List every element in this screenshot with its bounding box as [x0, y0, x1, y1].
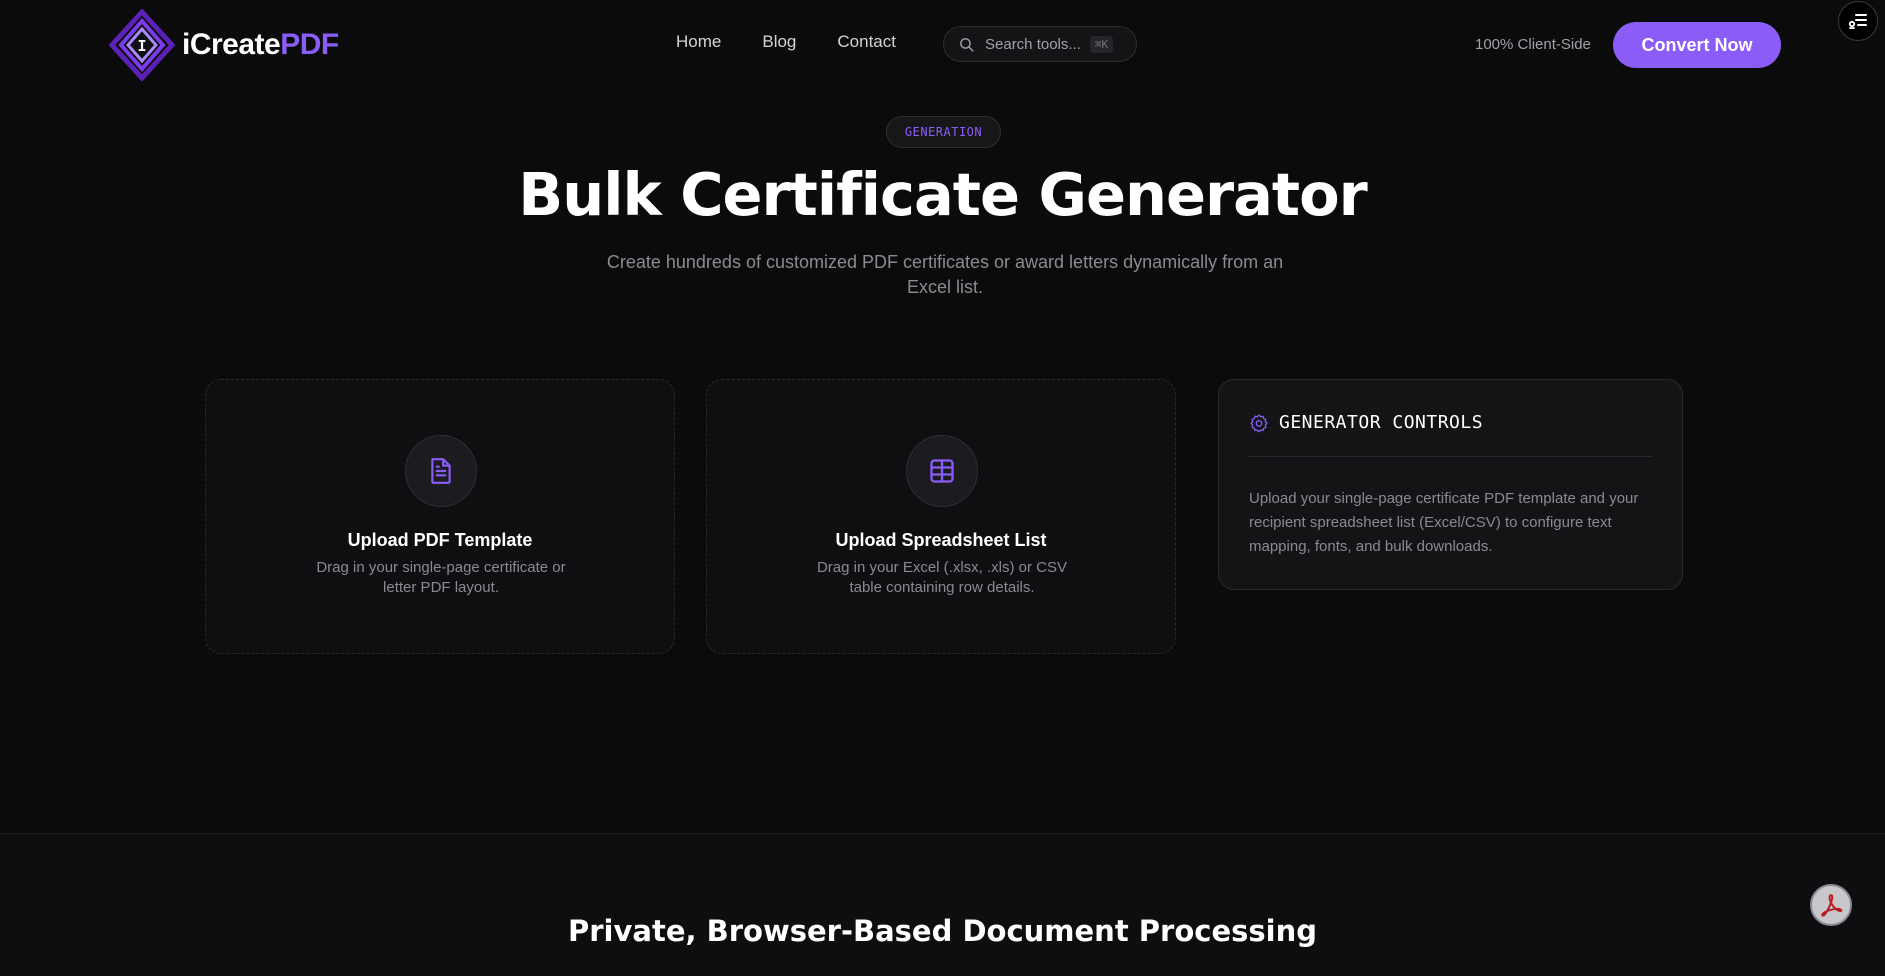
- search-placeholder: Search tools...: [985, 35, 1081, 53]
- category-badge: GENERATION: [886, 116, 1001, 148]
- privacy-section: [0, 834, 1885, 976]
- upload-pdf-dropzone[interactable]: Upload PDF Template Drag in your single-…: [205, 379, 675, 654]
- nav-blog[interactable]: Blog: [762, 32, 796, 52]
- upload-spreadsheet-title: Upload Spreadsheet List: [835, 530, 1047, 550]
- upload-spreadsheet-description: Drag in your Excel (.xlsx, .xls) or CSV …: [816, 559, 1068, 596]
- logo-name-prefix: iCreate: [182, 28, 281, 61]
- nav-contact[interactable]: Contact: [837, 32, 896, 52]
- controls-divider: [1249, 456, 1652, 457]
- search-icon: [960, 37, 974, 52]
- document-icon: [431, 458, 451, 484]
- document-icon-wrapper: [405, 435, 477, 507]
- upload-pdf-description: Drag in your single-page certificate or …: [316, 559, 566, 596]
- upload-pdf-title: Upload PDF Template: [347, 530, 533, 550]
- logo-link[interactable]: I iCreatePDF: [108, 9, 339, 81]
- search-shortcut: ⌘K: [1089, 35, 1114, 53]
- client-side-label: 100% Client-Side: [1475, 36, 1591, 53]
- table-icon-wrapper: [906, 435, 978, 507]
- generator-controls-panel: GENERATOR CONTROLS Upload your single-pa…: [1218, 379, 1683, 590]
- privacy-section-title: Private, Browser-Based Document Processi…: [568, 914, 1317, 948]
- acrobat-pdf-icon: [1821, 894, 1843, 917]
- generator-controls-help-text: Upload your single-page certificate PDF …: [1249, 490, 1639, 555]
- nav-home[interactable]: Home: [676, 32, 721, 52]
- generator-controls-header: GENERATOR CONTROLS: [1249, 412, 1483, 433]
- filter-menu-icon: [1848, 14, 1867, 29]
- convert-now-button[interactable]: Convert Now: [1613, 22, 1781, 68]
- generator-controls-title: GENERATOR CONTROLS: [1279, 412, 1484, 433]
- main-nav: Home Blog Contact: [676, 32, 937, 52]
- table-icon: [930, 459, 954, 483]
- gear-icon: [1250, 413, 1268, 432]
- logo-mark-letter: I: [137, 37, 146, 55]
- menu-toggle-button[interactable]: [1838, 1, 1878, 41]
- page-subtitle: Create hundreds of customized PDF certif…: [606, 252, 1284, 297]
- upload-spreadsheet-dropzone[interactable]: Upload Spreadsheet List Drag in your Exc…: [706, 379, 1176, 654]
- pdf-floating-button[interactable]: [1810, 884, 1852, 926]
- site-header: I iCreatePDF Home Blog Contact Search to…: [0, 0, 1885, 90]
- diamond-logo-icon: I: [108, 9, 176, 81]
- search-tools-button[interactable]: Search tools... ⌘K: [943, 26, 1137, 62]
- page: I iCreatePDF Home Blog Contact Search to…: [0, 0, 1885, 976]
- logo-wordmark: iCreatePDF: [182, 28, 339, 62]
- page-title: Bulk Certificate Generator: [518, 160, 1367, 229]
- logo-name-accent: PDF: [280, 28, 339, 61]
